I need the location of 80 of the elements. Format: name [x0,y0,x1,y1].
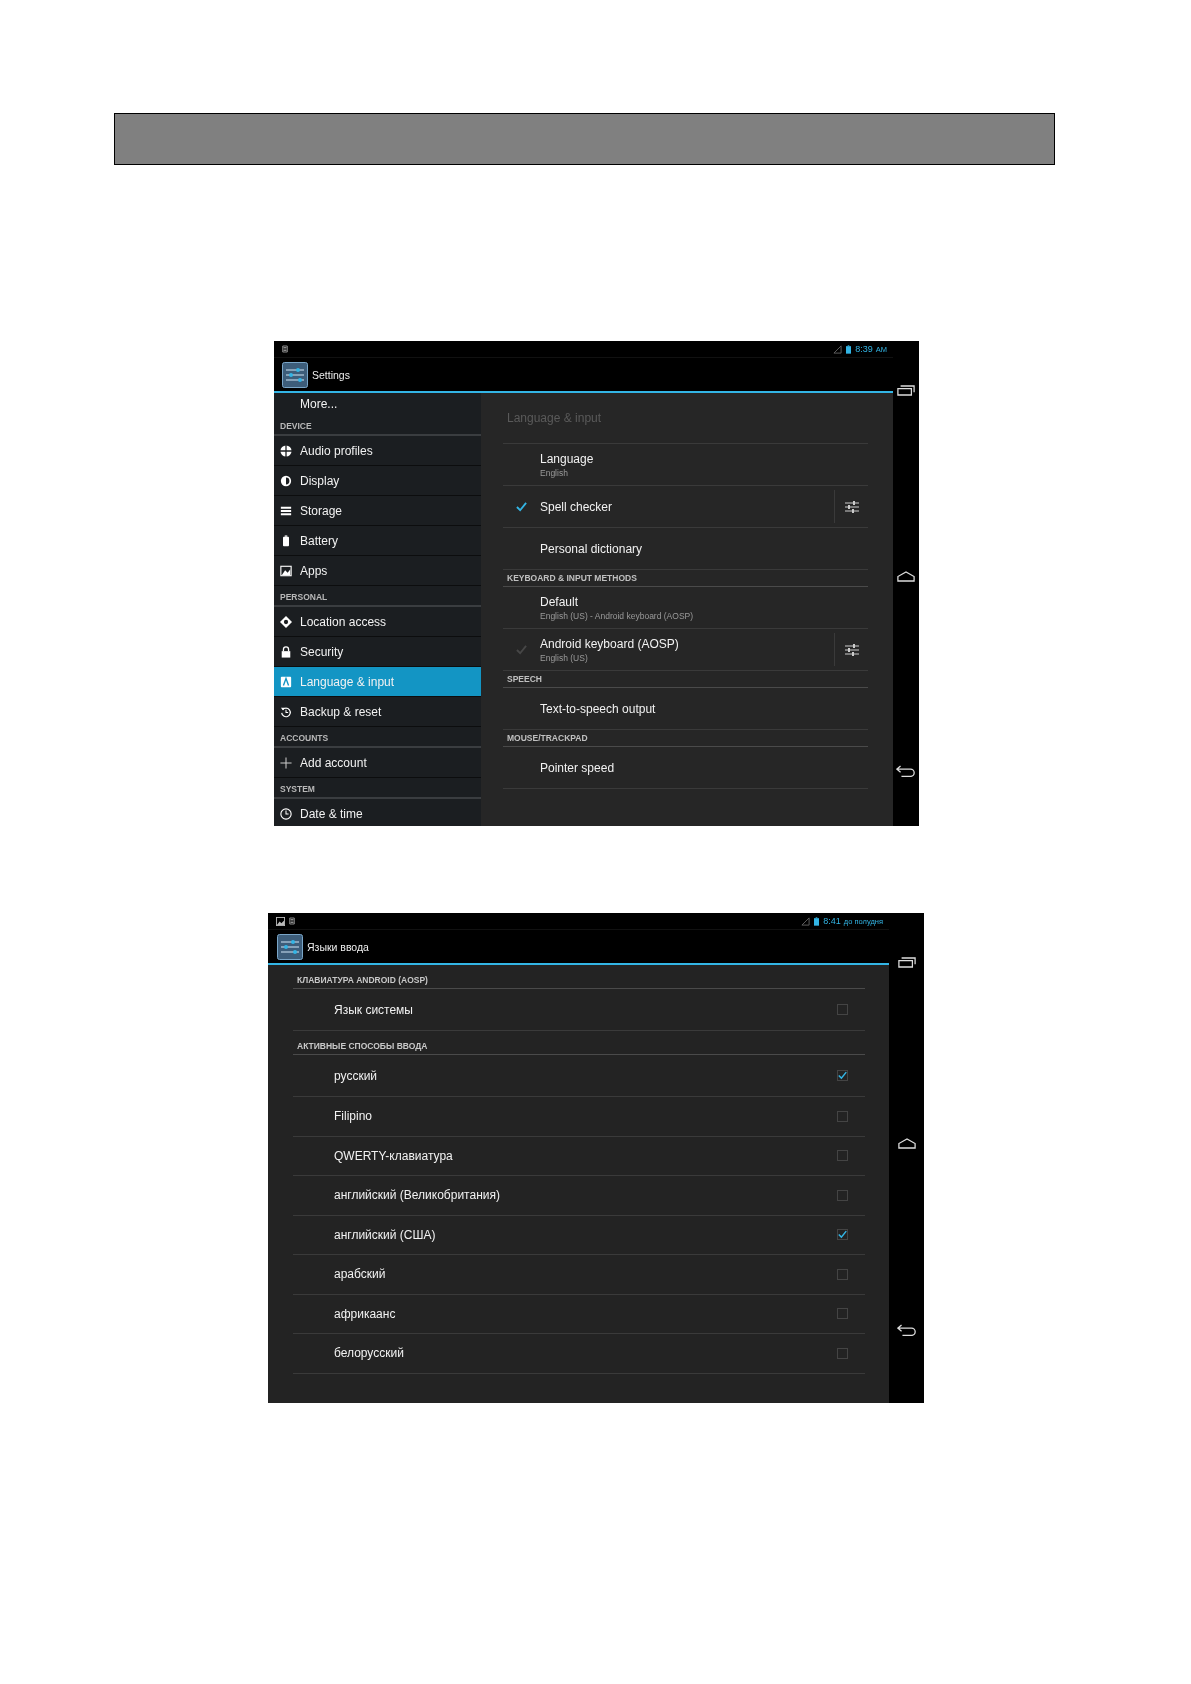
key-icon [280,675,292,688]
settings-icon[interactable] [282,361,308,388]
battery-icon [280,534,292,547]
preference-summary: English (US) [540,652,589,663]
preference-summary: English [540,467,569,478]
status-time: 8:39 [855,344,873,354]
app-title: Settings [312,368,350,381]
preference-title: Language [540,451,595,466]
sliders-icon [843,642,860,657]
status-time: 8:41 [823,916,841,926]
section-header: KEYBOARD & INPUT METHODS [503,570,868,587]
language-item[interactable]: английский (Великобритания) [293,1176,865,1216]
language-name: арабский [334,1267,387,1282]
plus-icon [280,756,292,769]
language-name: белорусский [334,1346,405,1361]
checkbox[interactable] [837,1268,848,1280]
section-header: АКТИВНЫЕ СПОСОБЫ ВВОДА [293,1031,865,1055]
sidebar-item[interactable]: Apps [274,556,481,586]
preference-title: Android keyboard (AOSP) [540,636,680,651]
language-name: Filipino [334,1109,373,1124]
backup-icon [280,705,292,718]
checkbox[interactable] [837,1189,848,1201]
battery-icon [814,916,820,926]
language-item[interactable]: белорусский [293,1334,865,1374]
language-item[interactable]: Filipino [293,1097,865,1137]
preference-summary: English (US) - Android keyboard (AOSP) [540,610,695,621]
preference-title: Personal dictionary [540,541,644,556]
language-item[interactable]: африкаанс [293,1294,865,1334]
signal-icon [801,916,811,926]
sidebar-item[interactable]: Display [274,466,481,496]
signal-icon [833,344,843,354]
back-icon[interactable] [896,1323,917,1336]
language-item[interactable]: арабский [293,1255,865,1295]
language-name: английский (США) [334,1227,437,1242]
battery-icon [846,344,852,354]
language-name: английский (Великобритания) [334,1188,501,1203]
checkbox[interactable] [516,501,527,512]
image-icon [280,564,292,577]
preference-title: Pointer speed [540,760,616,775]
notification-icon [282,345,288,353]
checkbox[interactable] [837,1347,848,1359]
contrast-icon [280,474,292,487]
recent-apps-icon[interactable] [897,957,916,968]
section-header: SPEECH [503,671,868,688]
clock-icon [280,807,292,820]
language-item[interactable]: QWERTY-клавиатура [293,1136,865,1176]
storage-icon [280,504,292,517]
language-item[interactable]: Язык системы [293,989,865,1031]
preference-title: Text-to-speech output [540,701,657,716]
preference-title: Spell checker [540,499,614,514]
settings-icon[interactable] [277,933,303,960]
language-name: русский [334,1068,379,1083]
image-icon [276,916,285,926]
checkbox[interactable] [837,1110,848,1122]
sidebar-item[interactable]: Audio profiles [274,436,481,466]
app-title: Языки ввода [307,940,369,953]
home-icon[interactable] [897,1138,916,1149]
language-name: Язык системы [334,1002,414,1017]
checkbox[interactable] [837,1070,848,1081]
notification-icon [289,917,295,925]
language-name: африкаанс [334,1306,397,1321]
preference-title: Default [540,594,580,609]
lock-icon [280,645,292,658]
globe-icon [280,444,292,457]
sidebar-item[interactable]: Location access [274,607,481,637]
checkbox[interactable] [837,1150,848,1162]
location-icon [280,615,292,628]
sliders-icon [843,499,860,514]
sidebar-item[interactable]: More... [274,393,481,415]
language-name: QWERTY-клавиатура [334,1148,454,1163]
checkbox[interactable] [837,1004,848,1015]
checkbox[interactable] [837,1308,848,1320]
back-icon[interactable] [896,764,916,777]
language-item[interactable]: русский [293,1055,865,1097]
home-icon[interactable] [897,571,915,582]
language-item[interactable]: английский (США) [293,1215,865,1255]
checkbox[interactable] [837,1229,848,1241]
section-header: КЛАВИАТУРА ANDROID (AOSP) [293,965,865,989]
recent-apps-icon[interactable] [897,385,915,396]
section-header: MOUSE/TRACKPAD [503,730,868,747]
